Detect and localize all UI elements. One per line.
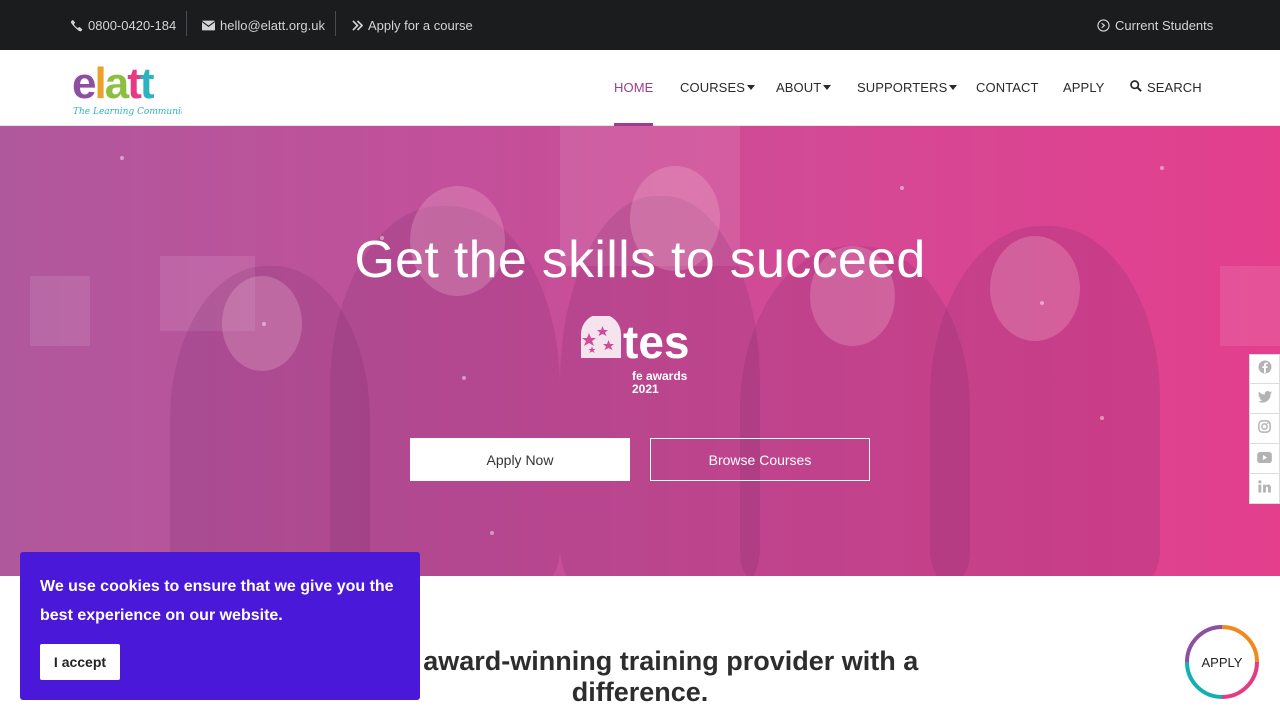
instagram-link[interactable] bbox=[1249, 414, 1280, 444]
envelope-icon bbox=[202, 20, 215, 31]
divider bbox=[335, 11, 336, 36]
award-name: fe awards bbox=[632, 369, 688, 383]
linkedin-link[interactable] bbox=[1249, 474, 1280, 504]
nav-courses-label: COURSES bbox=[680, 80, 745, 95]
nav-supporters-label: SUPPORTERS bbox=[857, 80, 948, 95]
svg-text:elatt: elatt bbox=[72, 62, 155, 108]
nav-apply-label: APPLY bbox=[1063, 80, 1105, 95]
nav-contact[interactable]: CONTACT bbox=[976, 50, 1039, 125]
youtube-icon bbox=[1257, 450, 1272, 468]
elatt-logo[interactable]: elatt The Learning Community bbox=[72, 59, 191, 122]
sparkle-dot bbox=[262, 322, 266, 326]
nav-search-label: SEARCH bbox=[1147, 80, 1202, 95]
nav-home-label: HOME bbox=[614, 80, 654, 95]
sparkle-dot bbox=[462, 376, 466, 380]
nav-home[interactable]: HOME bbox=[614, 50, 654, 126]
award-year: 2021 bbox=[632, 382, 659, 396]
sparkle-dot bbox=[1100, 416, 1104, 420]
facebook-link[interactable] bbox=[1249, 354, 1280, 384]
phone-icon bbox=[70, 19, 83, 32]
twitter-icon bbox=[1257, 390, 1272, 408]
linkedin-icon bbox=[1258, 479, 1271, 498]
twitter-link[interactable] bbox=[1249, 384, 1280, 414]
nav-about[interactable]: ABOUT bbox=[776, 50, 832, 125]
main-navigation: elatt The Learning Community HOME COURSE… bbox=[0, 50, 1280, 126]
tes-wordmark: tes bbox=[623, 316, 689, 368]
logo-tagline: The Learning Community bbox=[73, 107, 182, 117]
apply-course-link[interactable]: Apply for a course bbox=[352, 0, 473, 50]
nav-apply[interactable]: APPLY bbox=[1063, 50, 1104, 125]
nav-contact-label: CONTACT bbox=[976, 80, 1039, 95]
top-bar: 0800-0420-184 hello@elatt.org.uk Apply f… bbox=[0, 0, 1280, 50]
hero-banner: Get the skills to succeed tes fe awards … bbox=[0, 126, 1280, 576]
email-link[interactable]: hello@elatt.org.uk bbox=[202, 0, 325, 50]
email-address: hello@elatt.org.uk bbox=[220, 17, 325, 33]
phone-link[interactable]: 0800-0420-184 bbox=[70, 0, 176, 50]
nav-supporters[interactable]: SUPPORTERS bbox=[857, 50, 958, 125]
circle-arrow-icon bbox=[1097, 18, 1110, 32]
browse-courses-button[interactable]: Browse Courses bbox=[650, 438, 870, 481]
caret-down-icon bbox=[823, 85, 832, 90]
sparkle-dot bbox=[1040, 301, 1044, 305]
hero-title: Get the skills to succeed bbox=[354, 231, 926, 289]
current-students-label: Current Students bbox=[1115, 17, 1214, 33]
sparkle-dot bbox=[490, 531, 494, 535]
cookie-accept-button[interactable]: I accept bbox=[40, 644, 120, 680]
nav-courses[interactable]: COURSES bbox=[680, 50, 755, 125]
cookie-banner: We use cookies to ensure that we give yo… bbox=[20, 552, 420, 700]
apply-course-label: Apply for a course bbox=[368, 17, 473, 33]
sparkle-dot bbox=[120, 156, 124, 160]
sparkle-dot bbox=[900, 186, 904, 190]
phone-number: 0800-0420-184 bbox=[88, 17, 177, 33]
social-sidebar bbox=[1249, 354, 1280, 504]
tes-fe-awards-logo: tes fe awards 2021 bbox=[577, 314, 705, 398]
caret-down-icon bbox=[747, 85, 755, 90]
cookie-message: We use cookies to ensure that we give yo… bbox=[40, 578, 394, 624]
nav-search[interactable]: SEARCH bbox=[1130, 50, 1202, 125]
sparkle-dot bbox=[1160, 166, 1164, 170]
apply-now-button[interactable]: Apply Now bbox=[410, 438, 630, 481]
current-students-link[interactable]: Current Students bbox=[1097, 0, 1213, 50]
divider bbox=[186, 11, 187, 36]
facebook-icon bbox=[1258, 360, 1272, 379]
youtube-link[interactable] bbox=[1249, 444, 1280, 474]
search-icon bbox=[1130, 80, 1142, 95]
double-chevron-right-icon bbox=[352, 19, 363, 31]
caret-down-icon bbox=[949, 85, 958, 90]
nav-about-label: ABOUT bbox=[776, 80, 822, 95]
instagram-icon bbox=[1258, 419, 1271, 438]
floating-apply-label: APPLY bbox=[1201, 654, 1243, 670]
floating-apply-button[interactable]: APPLY bbox=[1184, 624, 1260, 700]
